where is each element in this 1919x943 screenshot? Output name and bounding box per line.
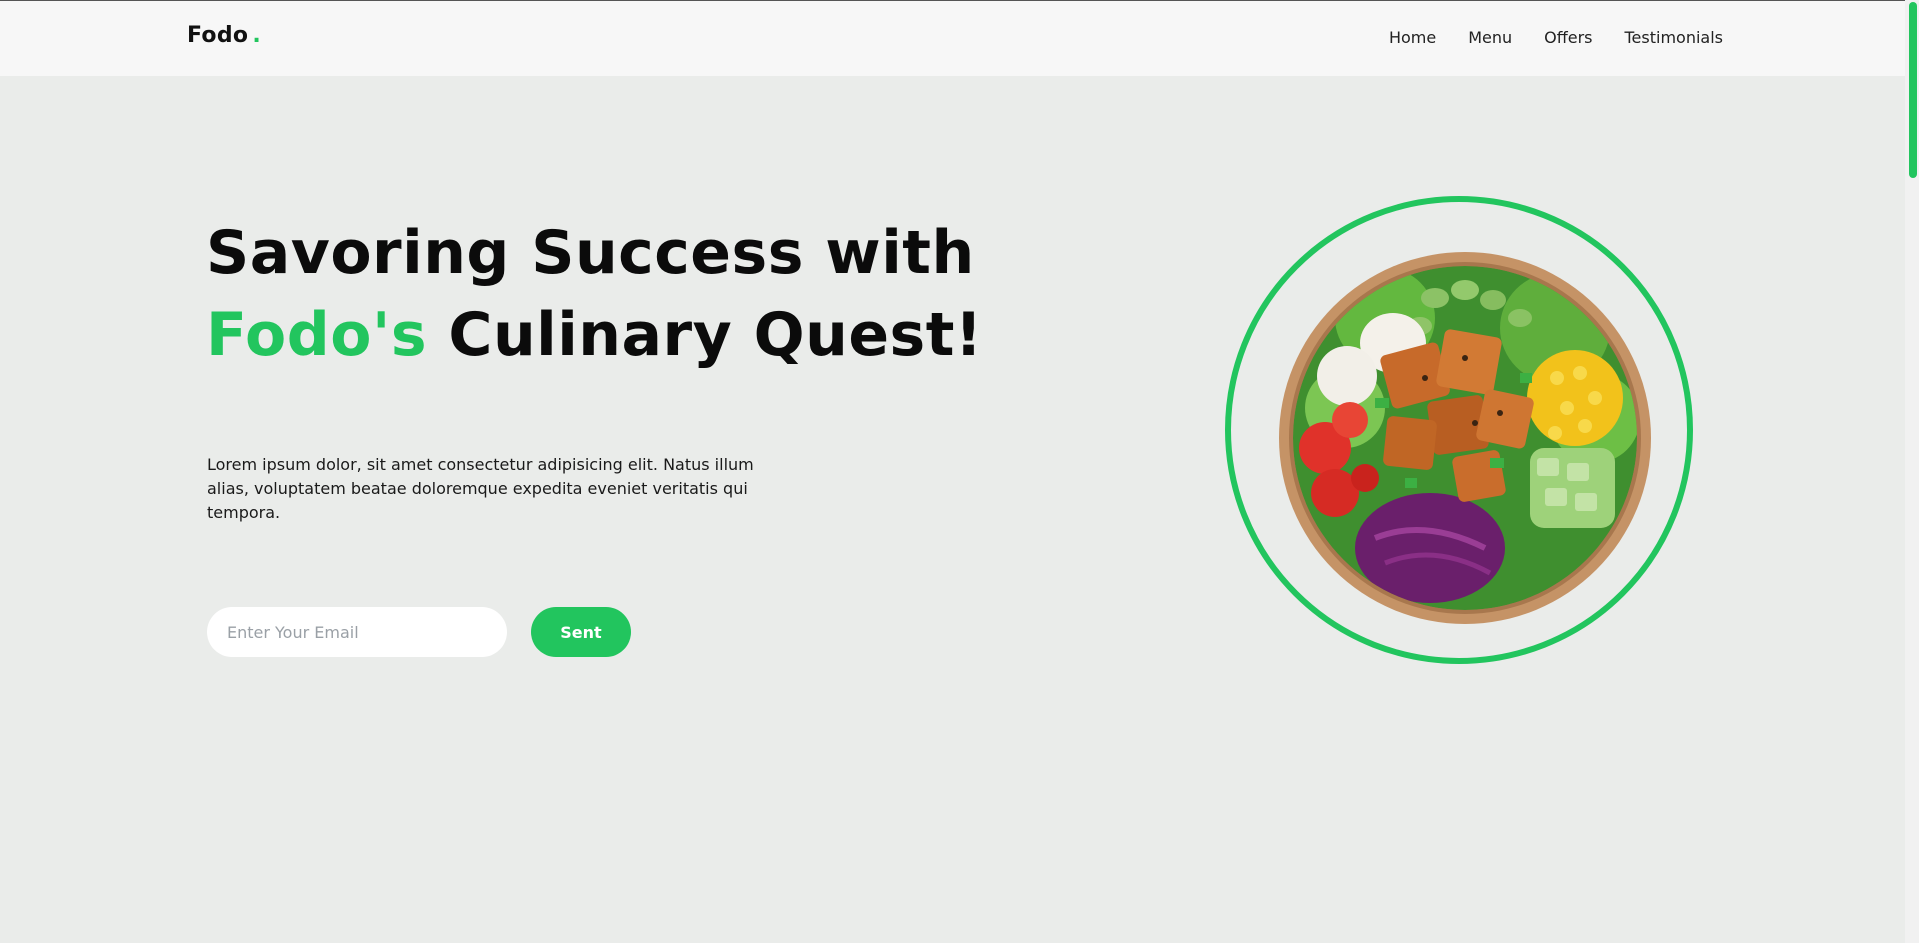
- salad-bowl-image: [1279, 252, 1651, 624]
- email-input[interactable]: [207, 607, 507, 657]
- nav-link-testimonials[interactable]: Testimonials: [1625, 28, 1724, 47]
- scrollbar-thumb[interactable]: [1909, 2, 1917, 178]
- nav-link-offers[interactable]: Offers: [1544, 28, 1592, 47]
- hero-description: Lorem ipsum dolor, sit amet consectetur …: [207, 455, 754, 522]
- hero-title: Savoring Success with Fodo's Culinary Qu…: [206, 212, 983, 376]
- logo-dot: .: [252, 23, 261, 48]
- sent-button[interactable]: Sent: [531, 607, 631, 657]
- page: Fodo. Home Menu Offers Testimonials Savo…: [0, 0, 1919, 943]
- logo[interactable]: Fodo.: [187, 23, 261, 48]
- nav-links: Home Menu Offers Testimonials: [1389, 28, 1723, 47]
- hero-title-line1: Savoring Success with: [206, 218, 975, 288]
- hero-title-line2: Culinary Quest!: [448, 300, 983, 370]
- nav-link-home[interactable]: Home: [1389, 28, 1436, 47]
- hero-title-accent: Fodo's: [206, 300, 428, 370]
- navbar: Fodo. Home Menu Offers Testimonials: [0, 1, 1905, 76]
- logo-text: Fodo: [187, 23, 249, 48]
- nav-link-menu[interactable]: Menu: [1468, 28, 1512, 47]
